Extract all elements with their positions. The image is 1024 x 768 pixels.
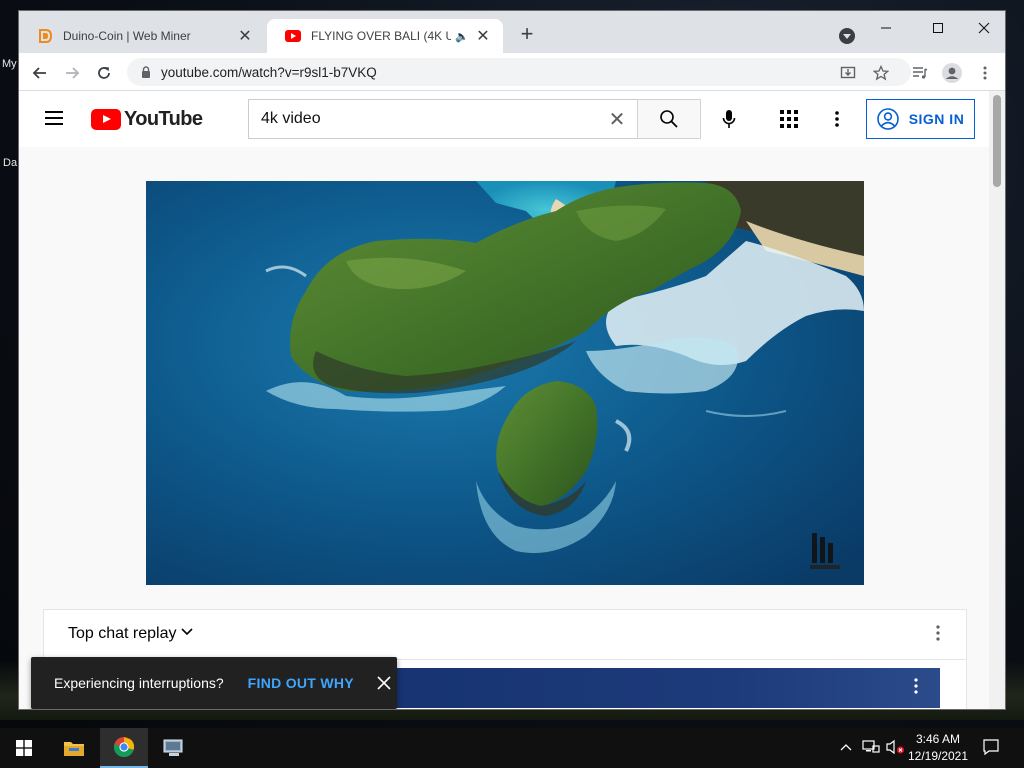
- find-out-why-link[interactable]: FIND OUT WHY: [248, 675, 354, 691]
- forward-button[interactable]: [61, 62, 83, 84]
- bookmark-star-button[interactable]: [870, 62, 892, 84]
- remote-app-button[interactable]: [150, 728, 198, 768]
- kebab-menu-icon: [914, 678, 918, 694]
- profile-avatar-icon: [942, 63, 962, 83]
- banner-more-button[interactable]: [906, 678, 926, 698]
- speaker-muted-icon: [886, 739, 904, 755]
- youtube-logo[interactable]: YouTube: [91, 108, 203, 131]
- account-circle-icon: [876, 108, 899, 130]
- scrollbar-thumb[interactable]: [993, 95, 1001, 187]
- sign-in-button[interactable]: SIGN IN: [866, 99, 975, 139]
- back-arrow-icon: [32, 67, 46, 79]
- desktop-icon-label[interactable]: My: [2, 58, 17, 70]
- microphone-icon: [722, 110, 736, 128]
- search-query[interactable]: 4k video: [249, 110, 597, 128]
- search-icon: [660, 110, 678, 128]
- back-button[interactable]: [29, 62, 51, 84]
- tab-title: Duino-Coin | Web Miner: [63, 29, 191, 43]
- youtube-apps-button[interactable]: [775, 105, 803, 133]
- forward-arrow-icon: [66, 67, 80, 79]
- taskbar-clock[interactable]: 3:46 AM 12/19/2021: [904, 731, 972, 765]
- url-text[interactable]: youtube.com/watch?v=r9sl1-b7VKQ: [161, 65, 377, 80]
- video-frame[interactable]: [146, 181, 864, 585]
- chrome-icon: [113, 737, 135, 758]
- close-toast-icon[interactable]: [374, 673, 394, 693]
- windows-logo-icon: [16, 740, 32, 756]
- tab-duino-coin[interactable]: Duino-Coin | Web Miner ✕: [19, 19, 265, 53]
- install-app-button[interactable]: [837, 62, 859, 84]
- apps-grid-icon: [780, 110, 798, 128]
- start-button[interactable]: [0, 728, 48, 768]
- close-tab-icon[interactable]: ✕: [475, 28, 491, 45]
- tab-title: FLYING OVER BALI (4K UHD): [311, 29, 451, 43]
- kebab-menu-icon: [936, 625, 940, 641]
- video-player[interactable]: [146, 181, 864, 585]
- clock-time: 3:46 AM: [915, 732, 961, 746]
- folder-icon: [64, 742, 84, 756]
- desktop-icon-label[interactable]: Da: [3, 157, 17, 169]
- clear-search-icon[interactable]: ✕: [597, 107, 637, 132]
- page-scrollbar[interactable]: [989, 91, 1005, 709]
- kebab-menu-icon: [983, 66, 987, 80]
- tab-youtube-video[interactable]: FLYING OVER BALI (4K UHD) 🔈 ✕: [267, 19, 503, 53]
- youtube-page: YouTube 4k video ✕ SIGN IN Top chat repl…: [19, 91, 991, 709]
- minimize-button[interactable]: [871, 17, 901, 41]
- search-input[interactable]: 4k video ✕: [248, 99, 638, 139]
- action-center-button[interactable]: [982, 738, 1000, 759]
- clock-date: 12/19/2021: [907, 749, 969, 763]
- chat-header: Top chat replay: [44, 610, 966, 660]
- browser-toolbar: youtube.com/watch?v=r9sl1-b7VKQ: [19, 53, 1005, 91]
- install-icon: [840, 66, 856, 79]
- chevron-up-icon: [840, 744, 852, 751]
- star-icon: [873, 65, 889, 81]
- chevron-down-icon[interactable]: [180, 626, 194, 640]
- voice-search-button[interactable]: [711, 101, 747, 137]
- sign-in-label: SIGN IN: [908, 111, 965, 127]
- settings-menu-button[interactable]: [825, 105, 849, 133]
- lock-icon[interactable]: [139, 65, 153, 79]
- close-tab-icon[interactable]: ✕: [237, 28, 253, 45]
- chrome-window: Duino-Coin | Web Miner ✕ FLYING OVER BAL…: [18, 10, 1006, 710]
- close-icon: [978, 22, 990, 34]
- chrome-taskbar-button[interactable]: [100, 728, 148, 768]
- hamburger-menu-icon[interactable]: [45, 111, 63, 125]
- youtube-play-icon: [91, 109, 121, 130]
- network-icon: [862, 740, 880, 753]
- maximize-button[interactable]: [923, 17, 953, 41]
- youtube-wordmark: YouTube: [124, 108, 203, 130]
- minimize-icon: [881, 27, 891, 29]
- search-button[interactable]: [637, 99, 701, 139]
- notification-icon: [983, 739, 999, 756]
- file-explorer-button[interactable]: [50, 728, 98, 768]
- youtube-masthead: YouTube 4k video ✕ SIGN IN: [19, 91, 991, 147]
- chat-more-button[interactable]: [928, 625, 948, 645]
- volume-button[interactable]: [886, 739, 906, 758]
- tab-search-icon[interactable]: [839, 28, 855, 44]
- network-status-button[interactable]: [862, 739, 880, 758]
- duino-coin-icon: [37, 28, 53, 44]
- interruptions-toast: Experiencing interruptions? FIND OUT WHY: [31, 657, 397, 709]
- profile-button[interactable]: [941, 62, 963, 84]
- address-bar[interactable]: youtube.com/watch?v=r9sl1-b7VKQ: [127, 58, 911, 86]
- close-window-button[interactable]: [969, 17, 999, 41]
- chat-mode-dropdown[interactable]: Top chat replay: [68, 625, 177, 643]
- toast-message: Experiencing interruptions?: [54, 675, 224, 691]
- speaker-icon[interactable]: 🔈: [455, 30, 469, 43]
- reload-icon: [98, 67, 110, 79]
- youtube-icon: [285, 28, 301, 44]
- show-hidden-icons-button[interactable]: [840, 740, 852, 754]
- maximize-icon: [933, 23, 943, 33]
- playlist-icon: [913, 67, 928, 79]
- computer-icon: [163, 739, 183, 756]
- chrome-menu-button[interactable]: [974, 62, 996, 84]
- tab-strip: Duino-Coin | Web Miner ✕ FLYING OVER BAL…: [19, 11, 1005, 53]
- reload-button[interactable]: [93, 62, 115, 84]
- new-tab-button[interactable]: +: [517, 23, 537, 45]
- media-queue-button[interactable]: [909, 62, 931, 84]
- kebab-menu-icon: [835, 111, 839, 127]
- windows-taskbar: 3:46 AM 12/19/2021: [0, 728, 1024, 768]
